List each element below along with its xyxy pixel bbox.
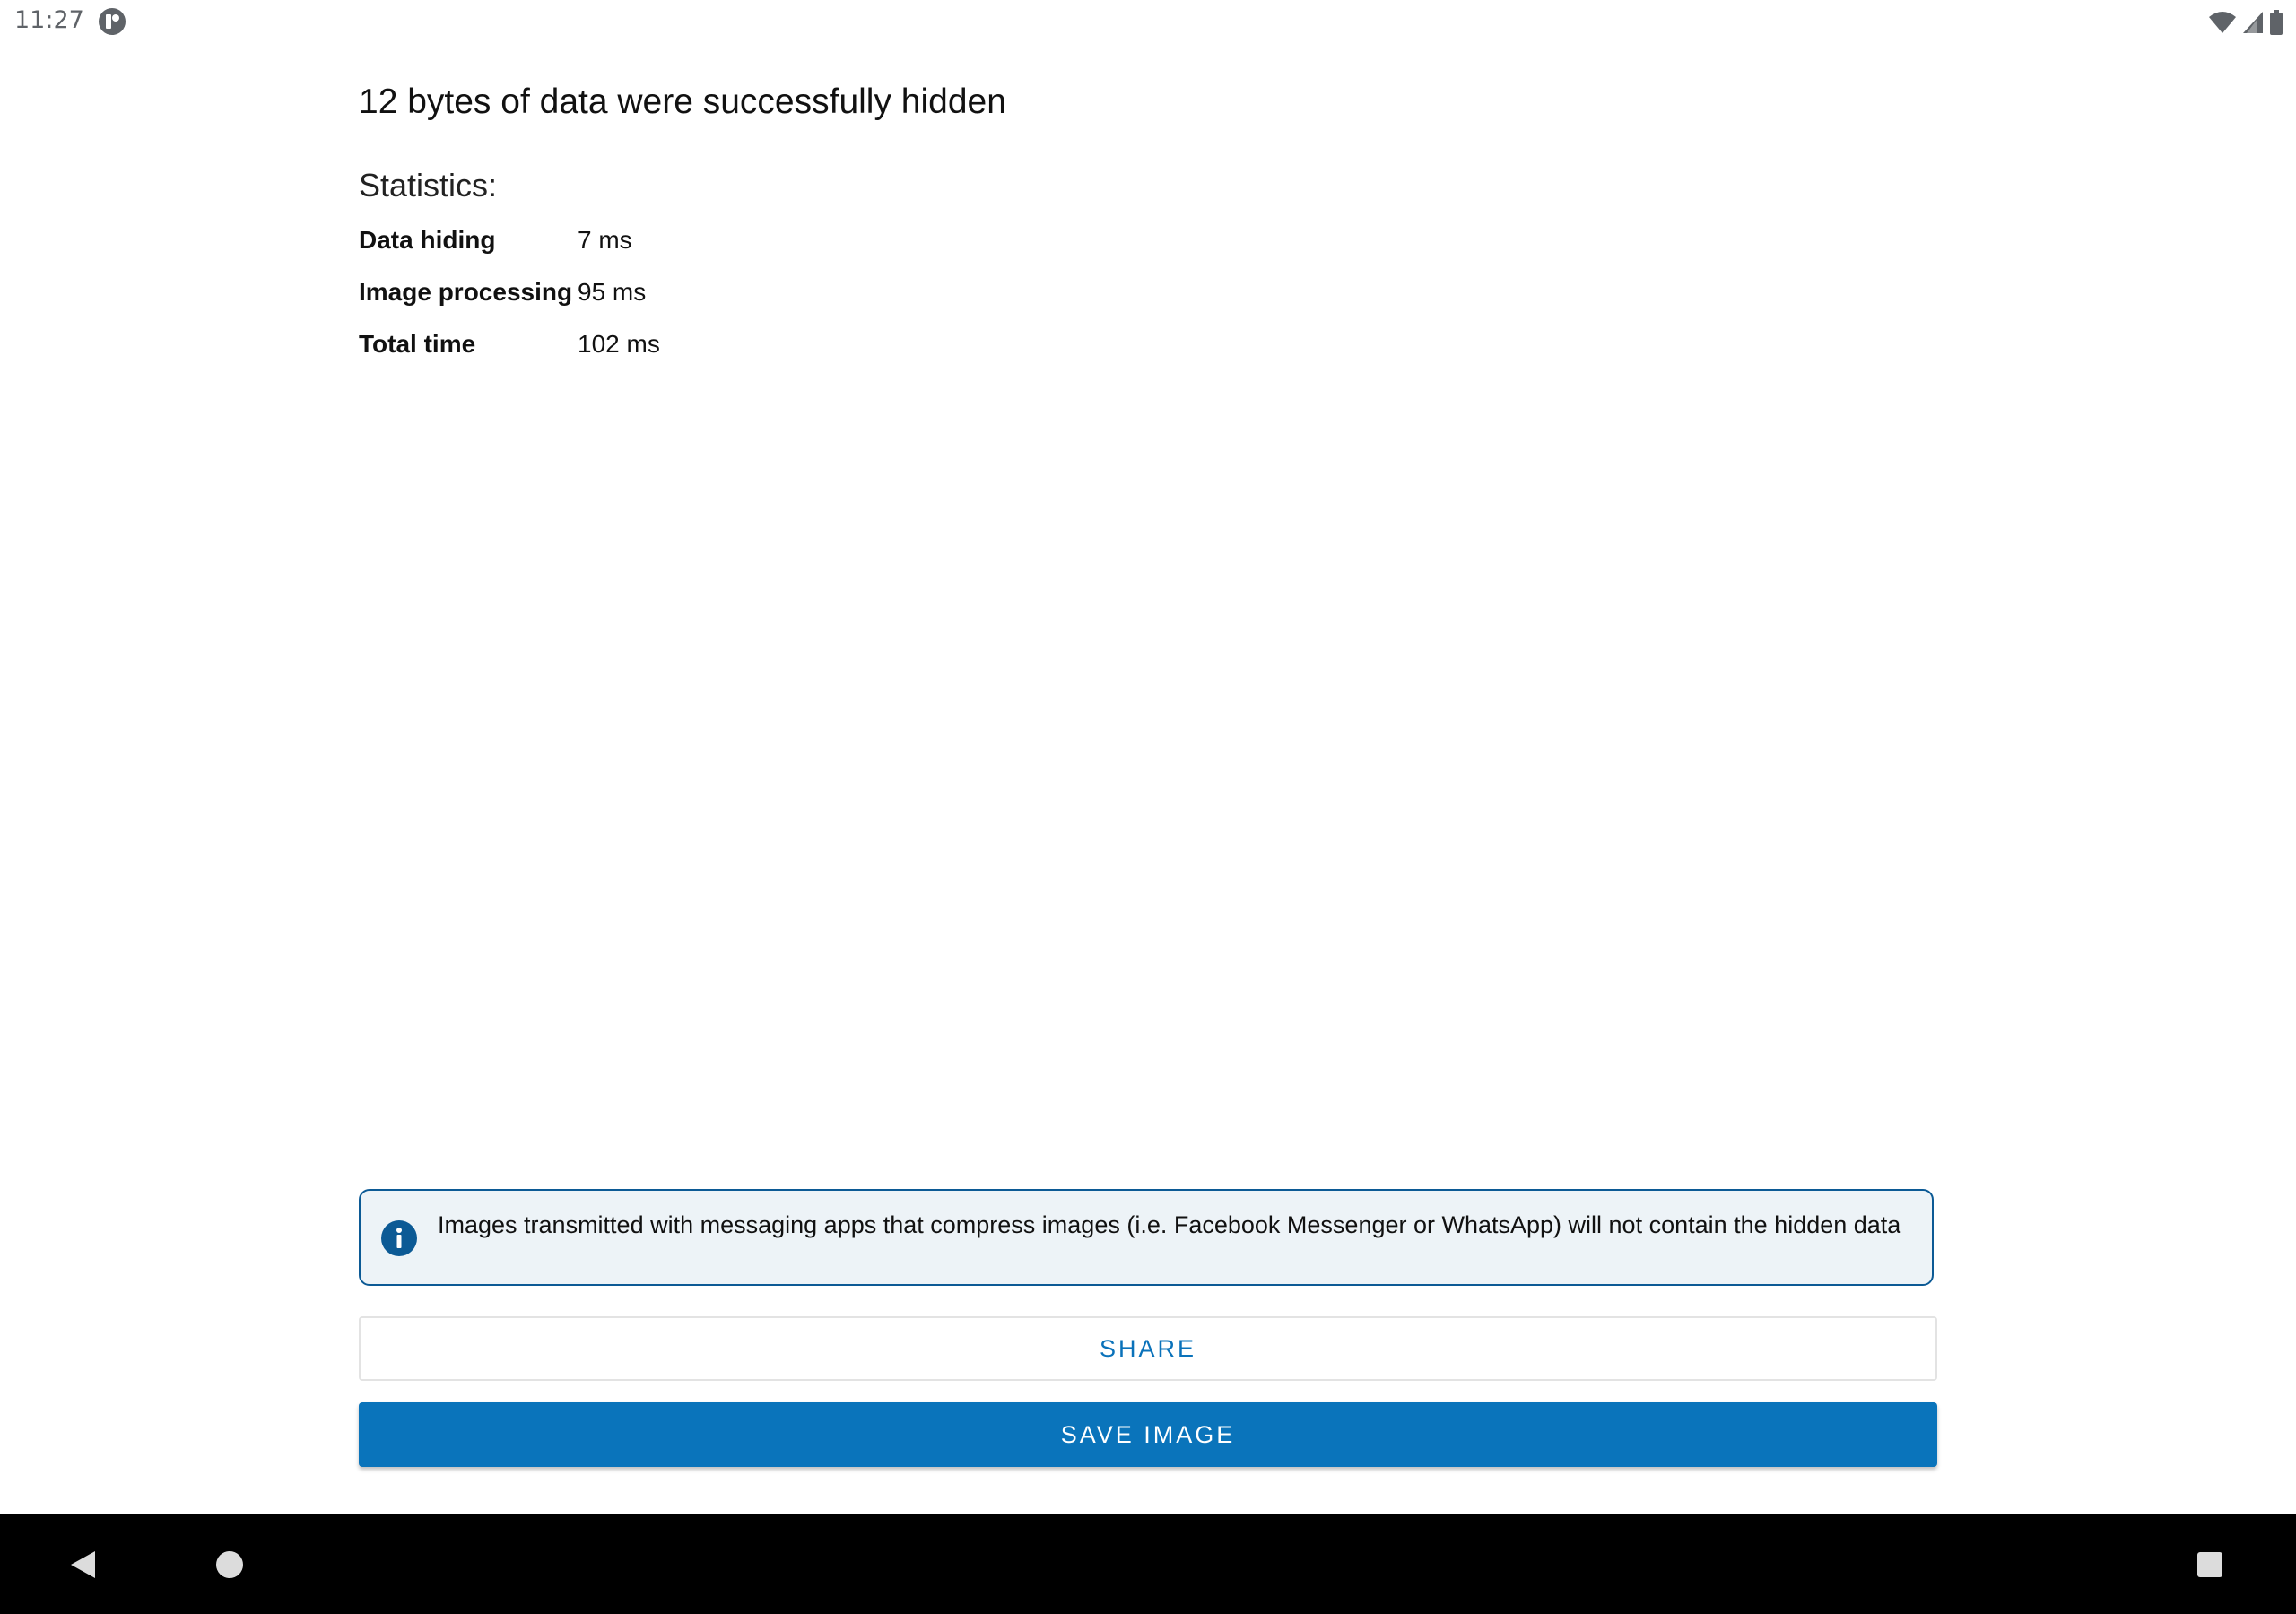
- stat-label: Image processing: [359, 278, 573, 306]
- notification-app-icon: [99, 8, 126, 35]
- info-icon: [381, 1220, 417, 1256]
- navigation-bar: [0, 1514, 2296, 1614]
- wifi-icon: [2209, 12, 2236, 33]
- stat-label: Data hiding: [359, 226, 496, 254]
- status-icons: [2208, 9, 2283, 36]
- battery-icon: [2270, 10, 2283, 35]
- stat-value: 7 ms: [578, 226, 632, 254]
- cell-signal-icon: [2243, 12, 2263, 33]
- stat-value: 95 ms: [578, 278, 647, 306]
- save-image-button[interactable]: SAVE IMAGE: [359, 1402, 1937, 1467]
- home-icon[interactable]: [215, 1550, 244, 1579]
- recents-icon[interactable]: [2196, 1550, 2224, 1579]
- statistics-title: Statistics:: [359, 167, 498, 204]
- stat-label: Total time: [359, 330, 476, 358]
- app-screen: 11:27 12 bytes of data were successfully…: [0, 0, 2296, 1614]
- result-headline: 12 bytes of data were successfully hidde…: [359, 82, 1006, 121]
- status-time: 11:27: [14, 6, 84, 34]
- back-icon[interactable]: [68, 1549, 99, 1580]
- status-bar: 11:27: [0, 0, 2296, 47]
- share-button[interactable]: SHARE: [359, 1316, 1937, 1381]
- info-text: Images transmitted with messaging apps t…: [438, 1211, 1901, 1238]
- stat-value: 102 ms: [578, 330, 660, 358]
- info-banner: Images transmitted with messaging apps t…: [359, 1189, 1934, 1286]
